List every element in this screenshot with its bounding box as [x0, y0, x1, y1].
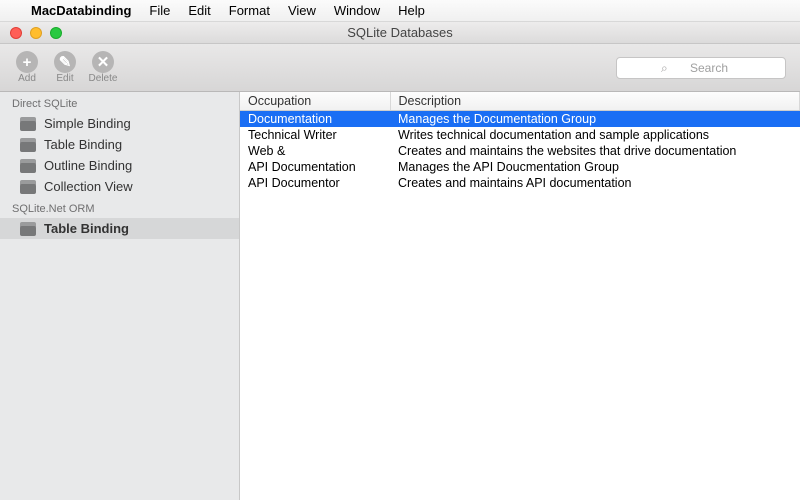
- cell-description: Creates and maintains API documentation: [390, 175, 800, 191]
- sidebar-item-label: Table Binding: [44, 137, 122, 152]
- menu-view[interactable]: View: [279, 3, 325, 18]
- cell-description: Manages the API Doucmentation Group: [390, 159, 800, 175]
- sidebar-item[interactable]: Simple Binding: [0, 113, 239, 134]
- cell-occupation: API Documentation: [240, 159, 390, 175]
- table-header-row: OccupationDescription: [240, 92, 800, 111]
- delete-icon: ✕: [92, 51, 114, 73]
- sidebar-item-label: Outline Binding: [44, 158, 132, 173]
- menuitems-container: FileEditFormatViewWindowHelp: [140, 3, 433, 18]
- drive-icon: [20, 159, 36, 173]
- delete-label: Delete: [89, 73, 118, 84]
- sidebar: Direct SQLite Simple Binding Table Binding…: [0, 92, 240, 500]
- sidebar-item[interactable]: Table Binding: [0, 134, 239, 155]
- menu-help[interactable]: Help: [389, 3, 434, 18]
- toolbar-buttons: +Add✎Edit✕Delete: [10, 51, 120, 84]
- sidebar-item-label: Collection View: [44, 179, 133, 194]
- menu-window[interactable]: Window: [325, 3, 389, 18]
- main-split: Direct SQLite Simple Binding Table Binding…: [0, 92, 800, 500]
- sidebar-group-header: SQLite.Net ORM: [0, 197, 239, 218]
- sidebar-group-header: Direct SQLite: [0, 92, 239, 113]
- add-button[interactable]: +Add: [10, 51, 44, 84]
- add-icon: +: [16, 51, 38, 73]
- sidebar-item-label: Table Binding: [44, 221, 129, 236]
- drive-icon: [20, 222, 36, 236]
- sidebar-item[interactable]: Outline Binding: [0, 155, 239, 176]
- menu-file[interactable]: File: [140, 3, 179, 18]
- app-name-menu[interactable]: MacDatabinding: [22, 3, 140, 18]
- edit-label: Edit: [56, 73, 73, 84]
- close-window-button[interactable]: [10, 27, 22, 39]
- search-field-wrap: ⌕: [616, 57, 786, 79]
- table-row[interactable]: Technical WriterWrites technical documen…: [240, 127, 800, 143]
- column-header[interactable]: Description: [390, 92, 800, 111]
- table-row[interactable]: DocumentationManages the Documentation G…: [240, 111, 800, 128]
- data-table: OccupationDescription DocumentationManag…: [240, 92, 800, 191]
- delete-button[interactable]: ✕Delete: [86, 51, 120, 84]
- cell-description: Creates and maintains the websites that …: [390, 143, 800, 159]
- window-title: SQLite Databases: [0, 25, 800, 40]
- menu-edit[interactable]: Edit: [179, 3, 219, 18]
- edit-icon: ✎: [54, 51, 76, 73]
- table-row[interactable]: API DocumentationManages the API Doucmen…: [240, 159, 800, 175]
- sidebar-item-label: Simple Binding: [44, 116, 131, 131]
- toolbar: +Add✎Edit✕Delete ⌕: [0, 44, 800, 92]
- cell-occupation: Web &: [240, 143, 390, 159]
- minimize-window-button[interactable]: [30, 27, 42, 39]
- sidebar-item[interactable]: Collection View: [0, 176, 239, 197]
- cell-description: Manages the Documentation Group: [390, 111, 800, 128]
- titlebar: SQLite Databases: [0, 22, 800, 44]
- drive-icon: [20, 180, 36, 194]
- table-row[interactable]: Web &Creates and maintains the websites …: [240, 143, 800, 159]
- zoom-window-button[interactable]: [50, 27, 62, 39]
- menu-format[interactable]: Format: [220, 3, 279, 18]
- search-input[interactable]: [616, 57, 786, 79]
- cell-description: Writes technical documentation and sampl…: [390, 127, 800, 143]
- cell-occupation: Technical Writer: [240, 127, 390, 143]
- table-row[interactable]: API DocumentorCreates and maintains API …: [240, 175, 800, 191]
- sidebar-item[interactable]: Table Binding: [0, 218, 239, 239]
- drive-icon: [20, 117, 36, 131]
- add-label: Add: [18, 73, 36, 84]
- drive-icon: [20, 138, 36, 152]
- cell-occupation: Documentation: [240, 111, 390, 128]
- column-header[interactable]: Occupation: [240, 92, 390, 111]
- cell-occupation: API Documentor: [240, 175, 390, 191]
- edit-button[interactable]: ✎Edit: [48, 51, 82, 84]
- menubar: MacDatabinding FileEditFormatViewWindowH…: [0, 0, 800, 22]
- content-pane: OccupationDescription DocumentationManag…: [240, 92, 800, 500]
- traffic-lights: [0, 27, 62, 39]
